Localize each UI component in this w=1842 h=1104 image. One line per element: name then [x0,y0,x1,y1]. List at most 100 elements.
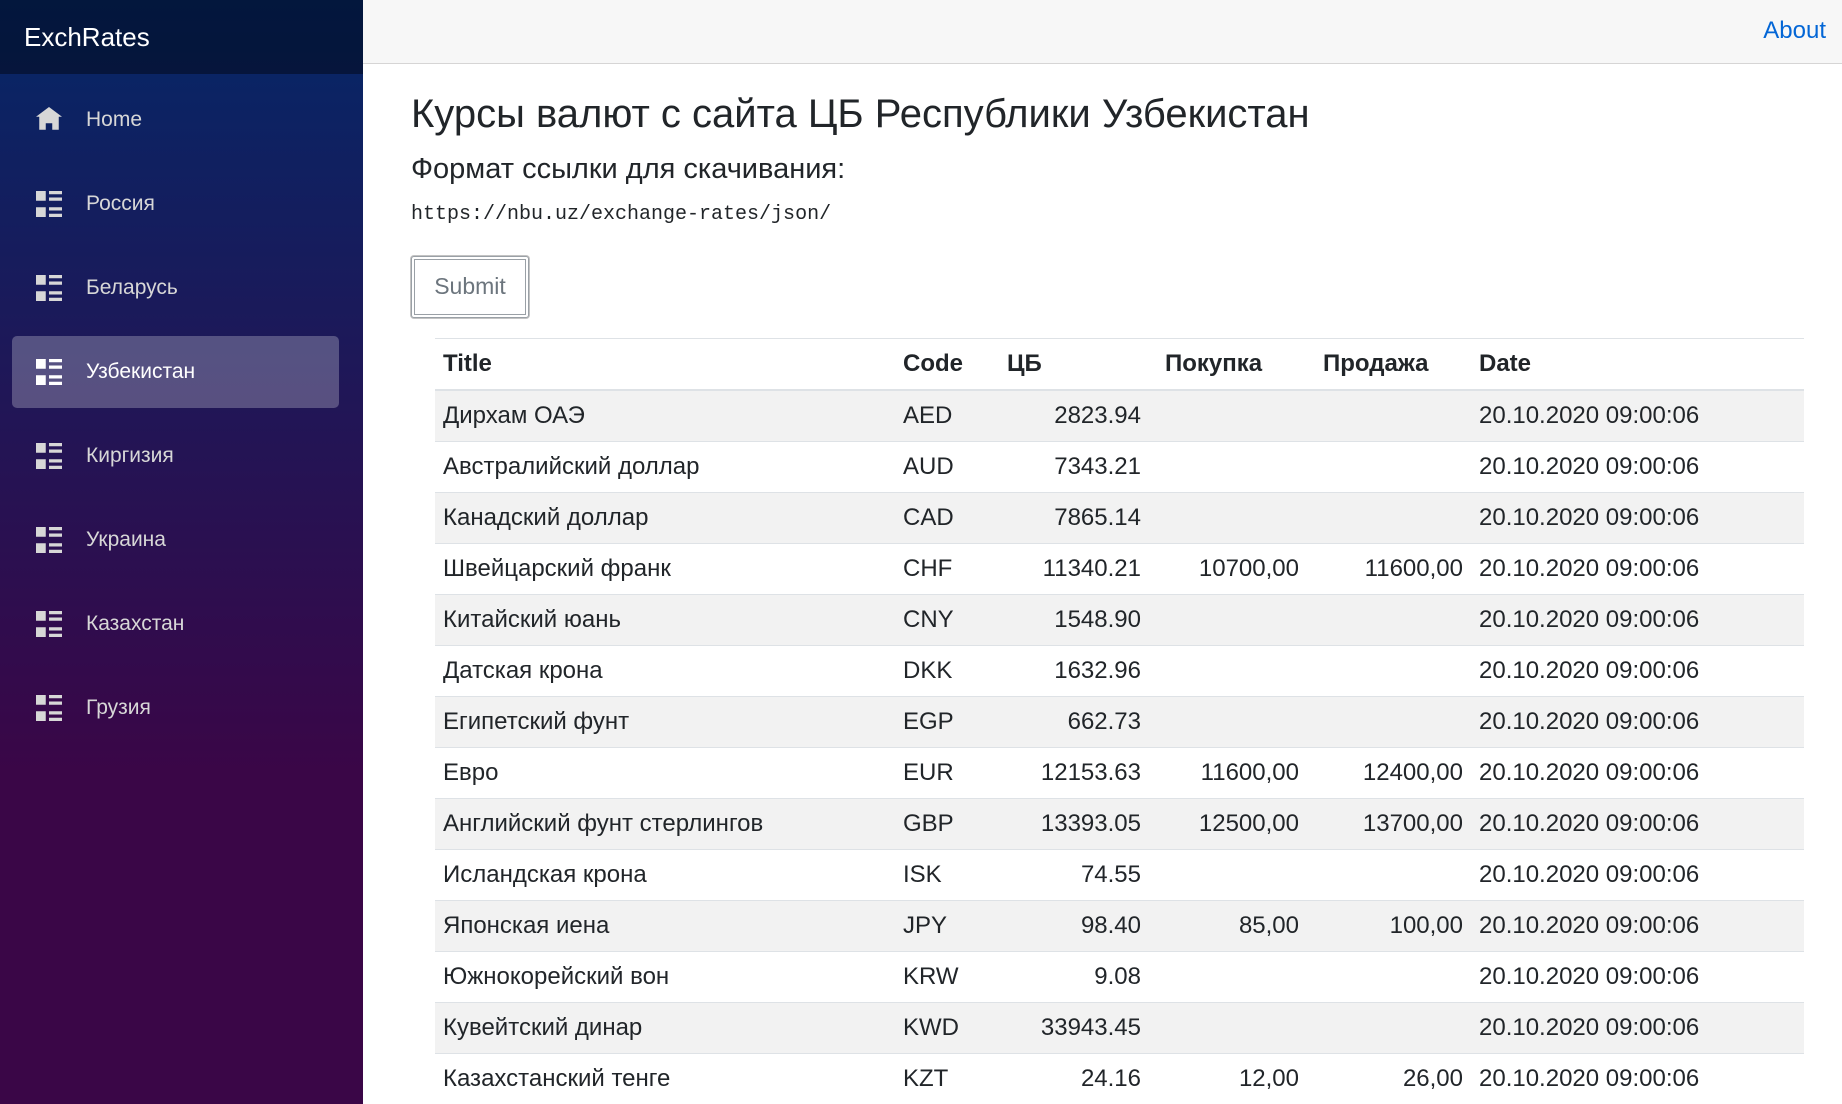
table-body: Дирхам ОАЭ AED 2823.94 20.10.2020 09:00:06 А… [435,389,1804,1104]
table-row: Английский фунт стерлингов GBP 13393.05 125… [435,797,1804,849]
cell-cb: 74.55 [999,848,1149,900]
sidebar-item[interactable]: Киргизия [12,420,339,492]
sidebar-item[interactable]: Россия [12,168,339,240]
cell-cb: 1548.90 [999,593,1149,645]
list-icon [36,191,62,217]
table-row: Китайский юань CNY 1548.90 20.10.2020 09:00… [435,593,1804,645]
rates-table: Title Code ЦБ Покупка Продажа Date Дирха… [435,337,1804,1104]
sidebar-item[interactable]: Узбекистан [12,336,339,408]
main-area: About Курсы валют с сайта ЦБ Республики … [363,0,1842,1104]
cell-code: AED [895,389,999,441]
cell-cb: 7343.21 [999,440,1149,492]
cell-title: Австралийский доллар [435,440,895,492]
brand-bar: ExchRates [0,0,363,74]
cell-date: 20.10.2020 09:00:06 [1471,1001,1804,1053]
cell-date: 20.10.2020 09:00:06 [1471,899,1804,951]
cell-sell [1307,695,1471,747]
cell-title: Казахстанский тенге [435,1052,895,1104]
cell-buy: 11600,00 [1149,746,1307,798]
sidebar-item[interactable]: Home [12,84,339,156]
brand-link[interactable]: ExchRates [24,22,150,53]
rates-table-wrap: Title Code ЦБ Покупка Продажа Date Дирха… [435,337,1804,1104]
cell-cb: 24.16 [999,1052,1149,1104]
cell-buy [1149,695,1307,747]
table-header-row: Title Code ЦБ Покупка Продажа Date [435,337,1804,391]
sidebar-item[interactable]: Беларусь [12,252,339,324]
cell-sell [1307,389,1471,441]
cell-buy: 85,00 [1149,899,1307,951]
about-link[interactable]: About [1763,17,1826,45]
cell-date: 20.10.2020 09:00:06 [1471,1052,1804,1104]
sidebar-nav: Home Россия Беларусь Узбекистан Киргизия Укра… [0,74,363,756]
header-date: Date [1471,337,1804,391]
cell-buy: 12,00 [1149,1052,1307,1104]
cell-buy: 12500,00 [1149,797,1307,849]
cell-code: CNY [895,593,999,645]
cell-date: 20.10.2020 09:00:06 [1471,950,1804,1002]
home-icon [36,107,62,133]
cell-title: Китайский юань [435,593,895,645]
cell-cb: 33943.45 [999,1001,1149,1053]
list-icon [36,611,62,637]
cell-cb: 7865.14 [999,491,1149,543]
sidebar: ExchRates Home Россия Беларусь Узбекистан Ки… [0,0,363,1104]
cell-title: Южнокорейский вон [435,950,895,1002]
header-buy: Покупка [1149,337,1307,391]
cell-buy [1149,950,1307,1002]
sidebar-item-label: Узбекистан [86,360,196,383]
cell-sell [1307,593,1471,645]
content: Курсы валют с сайта ЦБ Республики Узбеки… [363,64,1842,1104]
cell-buy [1149,1001,1307,1053]
download-url: https://nbu.uz/exchange-rates/json/ [411,202,832,226]
cell-buy [1149,491,1307,543]
cell-sell: 26,00 [1307,1052,1471,1104]
sidebar-item[interactable]: Украина [12,504,339,576]
cell-date: 20.10.2020 09:00:06 [1471,440,1804,492]
cell-cb: 98.40 [999,899,1149,951]
sidebar-item-label: Беларусь [86,276,178,299]
cell-code: JPY [895,899,999,951]
cell-sell [1307,848,1471,900]
cell-title: Исландская крона [435,848,895,900]
cell-sell [1307,440,1471,492]
list-icon [36,695,62,721]
cell-code: ISK [895,848,999,900]
header-code: Code [895,337,999,391]
cell-code: EGP [895,695,999,747]
cell-cb: 1632.96 [999,644,1149,696]
cell-title: Датская крона [435,644,895,696]
cell-code: KZT [895,1052,999,1104]
cell-date: 20.10.2020 09:00:06 [1471,389,1804,441]
table-row: Австралийский доллар AUD 7343.21 20.10.2020… [435,440,1804,492]
cell-title: Английский фунт стерлингов [435,797,895,849]
table-row: Кувейтский динар KWD 33943.45 20.10.2020 09… [435,1001,1804,1053]
cell-code: AUD [895,440,999,492]
cell-buy [1149,593,1307,645]
sidebar-item[interactable]: Казахстан [12,588,339,660]
cell-buy [1149,389,1307,441]
cell-code: KRW [895,950,999,1002]
cell-sell: 100,00 [1307,899,1471,951]
cell-code: DKK [895,644,999,696]
cell-sell [1307,491,1471,543]
table-row: Исландская крона ISK 74.55 20.10.2020 09:00… [435,848,1804,900]
cell-sell [1307,644,1471,696]
page-title: Курсы валют с сайта ЦБ Республики Узбеки… [411,91,1310,136]
cell-date: 20.10.2020 09:00:06 [1471,695,1804,747]
cell-sell [1307,1001,1471,1053]
sidebar-item[interactable]: Грузия [12,672,339,744]
cell-title: Канадский доллар [435,491,895,543]
table-row: Дирхам ОАЭ AED 2823.94 20.10.2020 09:00:06 [435,389,1804,441]
table-row: Датская крона DKK 1632.96 20.10.2020 09:00:… [435,644,1804,696]
table-row: Южнокорейский вон KRW 9.08 20.10.2020 09:00… [435,950,1804,1002]
cell-buy [1149,848,1307,900]
header-sell: Продажа [1307,337,1471,391]
cell-date: 20.10.2020 09:00:06 [1471,797,1804,849]
cell-date: 20.10.2020 09:00:06 [1471,746,1804,798]
page-subtitle: Формат ссылки для скачивания: [411,152,846,185]
cell-date: 20.10.2020 09:00:06 [1471,491,1804,543]
table-row: Швейцарский франк CHF 11340.21 10700,00 1160… [435,542,1804,594]
app-root: ExchRates Home Россия Беларусь Узбекистан Ки… [0,0,1842,1104]
submit-button[interactable]: Submit [411,255,529,318]
table-row: Евро EUR 12153.63 11600,00 12400,00 20.10.202… [435,746,1804,798]
